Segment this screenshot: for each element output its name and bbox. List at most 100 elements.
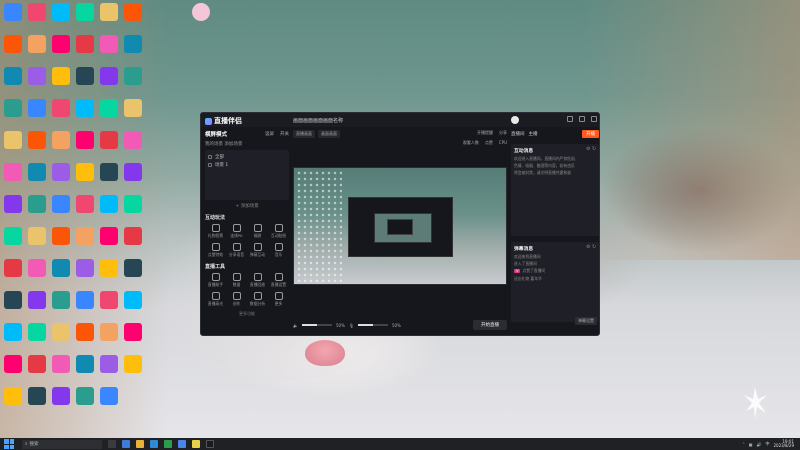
desktop-app-icon[interactable] <box>76 355 94 373</box>
desktop-app-icon[interactable] <box>52 227 70 245</box>
layout-mode-select[interactable]: 横屏模式 <box>205 130 227 138</box>
stream-preview[interactable] <box>293 167 507 285</box>
desktop-app-icon[interactable] <box>28 35 46 53</box>
desktop-app-icon[interactable] <box>76 3 94 21</box>
desktop-app-icon[interactable] <box>76 67 94 85</box>
desktop-app-icon[interactable] <box>4 259 22 277</box>
chevron-up-icon[interactable]: ˄ <box>743 442 745 447</box>
desktop-app-icon[interactable] <box>76 35 94 53</box>
desktop-app-icon[interactable] <box>76 323 94 341</box>
desktop-app-icon[interactable] <box>4 291 22 309</box>
chrome-icon[interactable] <box>178 440 186 448</box>
desktop-app-icon[interactable] <box>124 355 142 373</box>
edge-icon[interactable] <box>122 440 130 448</box>
tool-item[interactable]: 直播回放 <box>247 273 268 288</box>
desktop-app-icon[interactable] <box>4 67 22 85</box>
tool-item[interactable]: 连线PK <box>226 224 247 239</box>
task-view-icon[interactable] <box>108 440 116 448</box>
tool-item[interactable]: 数据 <box>226 273 247 288</box>
desktop-app-icon[interactable] <box>100 3 118 21</box>
add-scene-button[interactable]: + 添加场景 <box>205 203 289 209</box>
desktop-app-icon[interactable] <box>124 163 142 181</box>
desktop-app-icon[interactable] <box>52 163 70 181</box>
desktop-app-icon[interactable] <box>100 387 118 405</box>
mic-slider[interactable] <box>357 324 388 326</box>
close-icon[interactable] <box>591 116 597 122</box>
tool-item[interactable]: 分享语音 <box>226 243 247 258</box>
settings-icon[interactable]: ⚙ ↻ <box>586 245 596 252</box>
tool-item[interactable]: 更多 <box>268 292 289 307</box>
desktop-app-icon[interactable] <box>100 99 118 117</box>
desktop-app-icon[interactable] <box>52 3 70 21</box>
desktop-app-icon[interactable] <box>100 291 118 309</box>
scene-chip[interactable]: 画面画面 <box>318 129 340 138</box>
desktop-app-icon[interactable] <box>52 131 70 149</box>
go-live-button[interactable]: 开播 <box>582 129 599 138</box>
desktop-app-icon[interactable] <box>28 99 46 117</box>
mic-icon[interactable]: 🎙 <box>349 323 354 328</box>
desktop-app-icon[interactable] <box>28 355 46 373</box>
desktop-app-icon[interactable] <box>52 195 70 213</box>
desktop-app-icon[interactable] <box>124 195 142 213</box>
desktop-app-icon[interactable] <box>76 163 94 181</box>
desktop-app-icon[interactable] <box>52 259 70 277</box>
desktop-app-icon[interactable] <box>124 259 142 277</box>
tool-item[interactable]: 音乐 <box>268 243 289 258</box>
desktop-app-icon[interactable] <box>124 131 142 149</box>
minimize-icon[interactable] <box>567 116 573 122</box>
maximize-icon[interactable] <box>579 116 585 122</box>
switch-link[interactable]: 开关 <box>280 132 289 137</box>
scene-item[interactable]: 场景 1 <box>208 161 286 169</box>
desktop-app-icon[interactable] <box>4 3 22 21</box>
wechat-icon[interactable] <box>164 440 172 448</box>
live-app-icon[interactable] <box>206 440 214 448</box>
tool-item[interactable]: 数据分析 <box>247 292 268 307</box>
desktop-app-icon[interactable] <box>100 259 118 277</box>
share-link[interactable]: 分享 <box>499 130 507 136</box>
danmaku-settings-button[interactable]: 弹幕设置 <box>575 317 597 325</box>
desktop-app-icon[interactable] <box>124 291 142 309</box>
desktop-app-icon[interactable] <box>52 355 70 373</box>
desktop-app-icon[interactable] <box>100 195 118 213</box>
desktop-app-icon[interactable] <box>28 195 46 213</box>
desktop-app-icon[interactable] <box>76 259 94 277</box>
desktop-app-icon[interactable] <box>52 99 70 117</box>
tool-item[interactable]: 福袋 <box>247 224 268 239</box>
desktop-app-icon[interactable] <box>52 291 70 309</box>
desktop-app-icon[interactable] <box>28 387 46 405</box>
desktop-app-icon[interactable] <box>100 131 118 149</box>
desktop-app-icon[interactable] <box>52 323 70 341</box>
title-bar[interactable]: 直播伴侣 画面画面画面画面名称 <box>201 113 599 127</box>
desktop-app-icon[interactable] <box>4 163 22 181</box>
folder-icon[interactable] <box>136 440 144 448</box>
tool-item[interactable]: 直播助手 <box>205 273 226 288</box>
network-icon[interactable]: ▦ <box>749 442 753 447</box>
user-avatar[interactable] <box>511 116 519 124</box>
desktop-app-icon[interactable] <box>4 195 22 213</box>
tool-item[interactable]: 弹幕互动 <box>247 243 268 258</box>
tool-item[interactable]: 礼物投票 <box>205 224 226 239</box>
desktop-app-icon[interactable] <box>124 35 142 53</box>
desktop-app-icon[interactable] <box>124 67 142 85</box>
desktop-app-icon[interactable] <box>28 259 46 277</box>
speaker-icon[interactable]: 🔈 <box>293 323 298 328</box>
store-icon[interactable] <box>150 440 158 448</box>
scene-chip[interactable]: 直播画面 <box>293 129 315 138</box>
desktop-app-icon[interactable] <box>76 291 94 309</box>
settings-icon[interactable]: ⚙ ↻ <box>586 147 596 154</box>
desktop-app-icon[interactable] <box>4 355 22 373</box>
desktop-app-icon[interactable] <box>28 3 46 21</box>
desktop-app-icon[interactable] <box>4 131 22 149</box>
desktop-app-icon[interactable] <box>28 131 46 149</box>
taskbar-search[interactable]: ⌕ 搜索 <box>22 439 102 449</box>
desktop-app-icon[interactable] <box>192 3 210 21</box>
desktop-app-icon[interactable] <box>4 99 22 117</box>
desktop-app-icon[interactable] <box>28 67 46 85</box>
tab-live-room[interactable]: 直播间 <box>511 131 525 137</box>
desktop-app-icon[interactable] <box>100 355 118 373</box>
app-icon[interactable] <box>192 440 200 448</box>
tool-item[interactable]: 互动贴纸 <box>268 224 289 239</box>
desktop-app-icon[interactable] <box>124 3 142 21</box>
desktop-app-icon[interactable] <box>124 99 142 117</box>
desktop-app-icon[interactable] <box>100 227 118 245</box>
